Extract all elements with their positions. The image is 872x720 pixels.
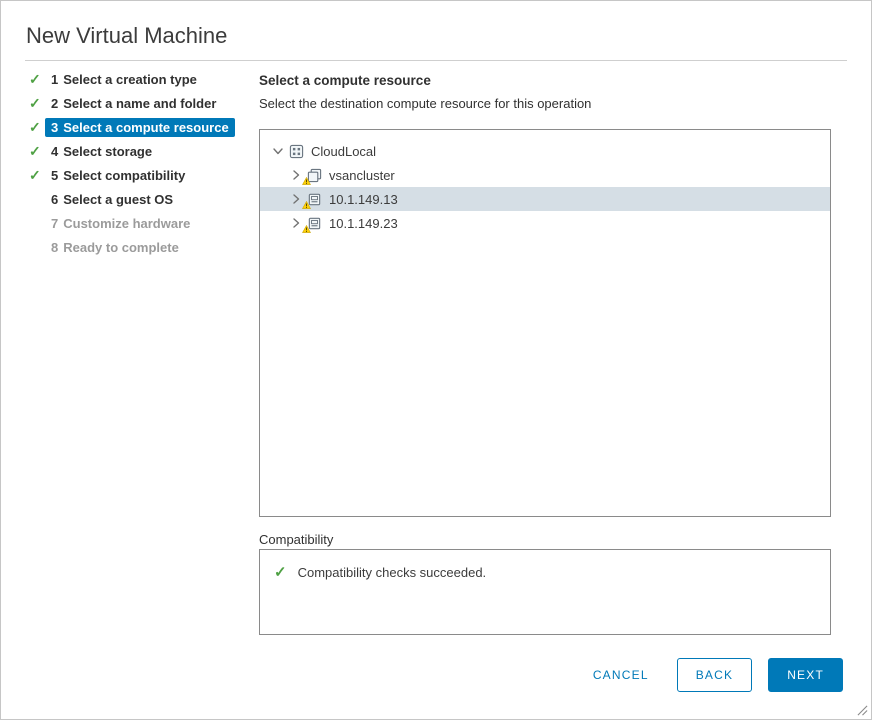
step-label: Select compatibility <box>63 167 186 183</box>
chevron-right-icon[interactable] <box>288 192 303 207</box>
wizard-step-8[interactable]: 8 Ready to complete <box>25 235 251 259</box>
wizard-step-1[interactable]: ✓ 1 Select a creation type <box>25 67 251 91</box>
check-icon: ✓ <box>29 166 41 183</box>
tree-node-label: vsancluster <box>329 167 395 183</box>
step-number: 6 <box>51 191 59 207</box>
host-icon <box>302 215 323 233</box>
wizard-step-7[interactable]: 7 Customize hardware <box>25 211 251 235</box>
wizard-step-6[interactable]: 6 Select a guest OS <box>25 187 251 211</box>
wizard-step-3-current[interactable]: ✓ 3 Select a compute resource <box>25 115 251 139</box>
check-icon: ✓ <box>29 70 41 87</box>
step-label: Select storage <box>63 143 153 159</box>
step-number: 1 <box>51 71 59 87</box>
wizard-step-list: ✓ 1 Select a creation type ✓ 2 Select a na… <box>25 67 251 259</box>
datacenter-icon <box>288 143 305 159</box>
cancel-button[interactable]: CANCEL <box>583 659 659 691</box>
title-divider <box>25 60 847 61</box>
check-icon: ✓ <box>29 118 41 135</box>
wizard-footer: CANCEL BACK NEXT <box>583 658 843 692</box>
next-button[interactable]: NEXT <box>768 658 843 692</box>
page-subtitle: Select the destination compute resource … <box>259 96 592 111</box>
step-label: Customize hardware <box>63 215 191 231</box>
tree-row-host[interactable]: 10.1.149.23 <box>260 211 830 235</box>
warning-icon <box>302 224 311 233</box>
step-number: 3 <box>51 119 59 135</box>
step-number: 5 <box>51 167 59 183</box>
cluster-icon <box>302 167 323 185</box>
wizard-step-4[interactable]: ✓ 4 Select storage <box>25 139 251 163</box>
step-number: 8 <box>51 239 59 255</box>
wizard-step-2[interactable]: ✓ 2 Select a name and folder <box>25 91 251 115</box>
new-vm-wizard-dialog: New Virtual Machine ✓ 1 Select a creation… <box>0 0 872 720</box>
step-number: 4 <box>51 143 59 159</box>
dialog-title: New Virtual Machine <box>26 23 228 48</box>
step-label: Ready to complete <box>63 239 179 255</box>
chevron-down-icon[interactable] <box>270 144 285 159</box>
compatibility-message: Compatibility checks succeeded. <box>297 564 487 580</box>
check-icon: ✓ <box>29 142 41 159</box>
step-label: Select a creation type <box>63 71 197 87</box>
tree-row-datacenter[interactable]: CloudLocal <box>260 139 830 163</box>
chevron-right-icon[interactable] <box>288 216 303 231</box>
tree-node-label: CloudLocal <box>311 143 377 159</box>
warning-icon <box>302 200 311 209</box>
back-button[interactable]: BACK <box>676 658 753 692</box>
step-number: 2 <box>51 95 59 111</box>
step-label: Select a guest OS <box>63 191 174 207</box>
tree-row-cluster[interactable]: vsancluster <box>260 163 830 187</box>
check-icon: ✓ <box>29 94 41 111</box>
tree-row-host-selected[interactable]: 10.1.149.13 <box>260 187 830 211</box>
warning-icon <box>302 176 311 185</box>
wizard-step-5[interactable]: ✓ 5 Select compatibility <box>25 163 251 187</box>
chevron-right-icon[interactable] <box>288 168 303 183</box>
compute-resource-tree: CloudLocal vsancluster 10.1.149.13 10.1.… <box>259 129 831 517</box>
step-label: Select a name and folder <box>63 95 217 111</box>
compatibility-label: Compatibility <box>259 532 334 547</box>
resize-handle-icon[interactable] <box>857 705 868 716</box>
host-icon <box>302 191 323 209</box>
tree-node-label: 10.1.149.13 <box>329 191 398 207</box>
compatibility-panel: ✓ Compatibility checks succeeded. <box>259 549 831 635</box>
tree-node-label: 10.1.149.23 <box>329 215 398 231</box>
step-label: Select a compute resource <box>63 119 229 135</box>
step-number: 7 <box>51 215 59 231</box>
page-title: Select a compute resource <box>259 73 431 88</box>
success-check-icon: ✓ <box>274 564 287 581</box>
